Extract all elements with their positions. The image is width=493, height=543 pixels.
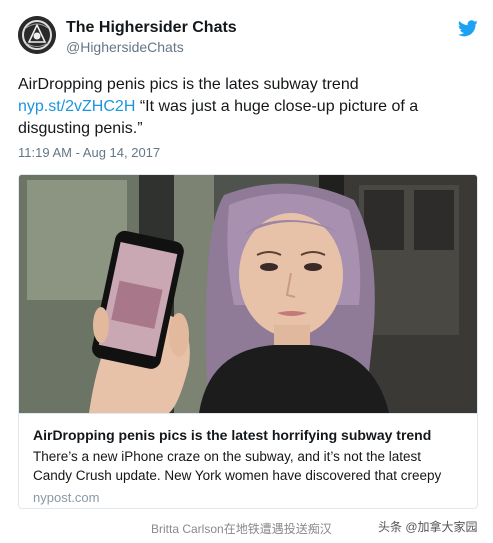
page-footer: Britta Carlson在地铁遭遇投送痴汉 头条 @加拿大家园 — [0, 512, 493, 543]
tweet-link[interactable]: nyp.st/2vZHC2H — [18, 98, 135, 115]
link-preview-card[interactable]: AirDropping penis pics is the latest hor… — [18, 174, 478, 509]
card-body[interactable]: AirDropping penis pics is the latest hor… — [19, 413, 477, 508]
author-handle[interactable]: @HighersideChats — [66, 39, 184, 55]
tweet-text-line1: AirDropping penis pics is the lates subw… — [18, 76, 359, 93]
author-name[interactable]: The Highersider Chats — [66, 19, 237, 37]
card-description: There’s a new iPhone craze on the subway… — [33, 449, 442, 483]
tweet-container: The Highersider Chats @HighersideChats A… — [0, 0, 493, 510]
tweet-header: The Highersider Chats @HighersideChats — [18, 14, 478, 58]
image-caption: Britta Carlson在地铁遭遇投送痴汉 — [151, 522, 332, 536]
avatar[interactable] — [18, 16, 56, 54]
card-image[interactable] — [19, 175, 477, 413]
card-domain: nypost.com — [33, 490, 100, 505]
avatar-emblem-icon — [18, 16, 56, 54]
tweet-text: AirDropping penis pics is the lates subw… — [18, 74, 480, 140]
tweet-timestamp[interactable]: 11:19 AM - Aug 14, 2017 — [18, 145, 160, 160]
card-title: AirDropping penis pics is the latest hor… — [33, 427, 432, 443]
twitter-bird-icon[interactable] — [458, 20, 478, 37]
tweet-text-line2: nyp.st/2vZHC2H “It was just a huge close… — [18, 96, 480, 140]
card-photo — [19, 175, 477, 413]
watermark: 头条 @加拿大家园 — [378, 520, 478, 534]
